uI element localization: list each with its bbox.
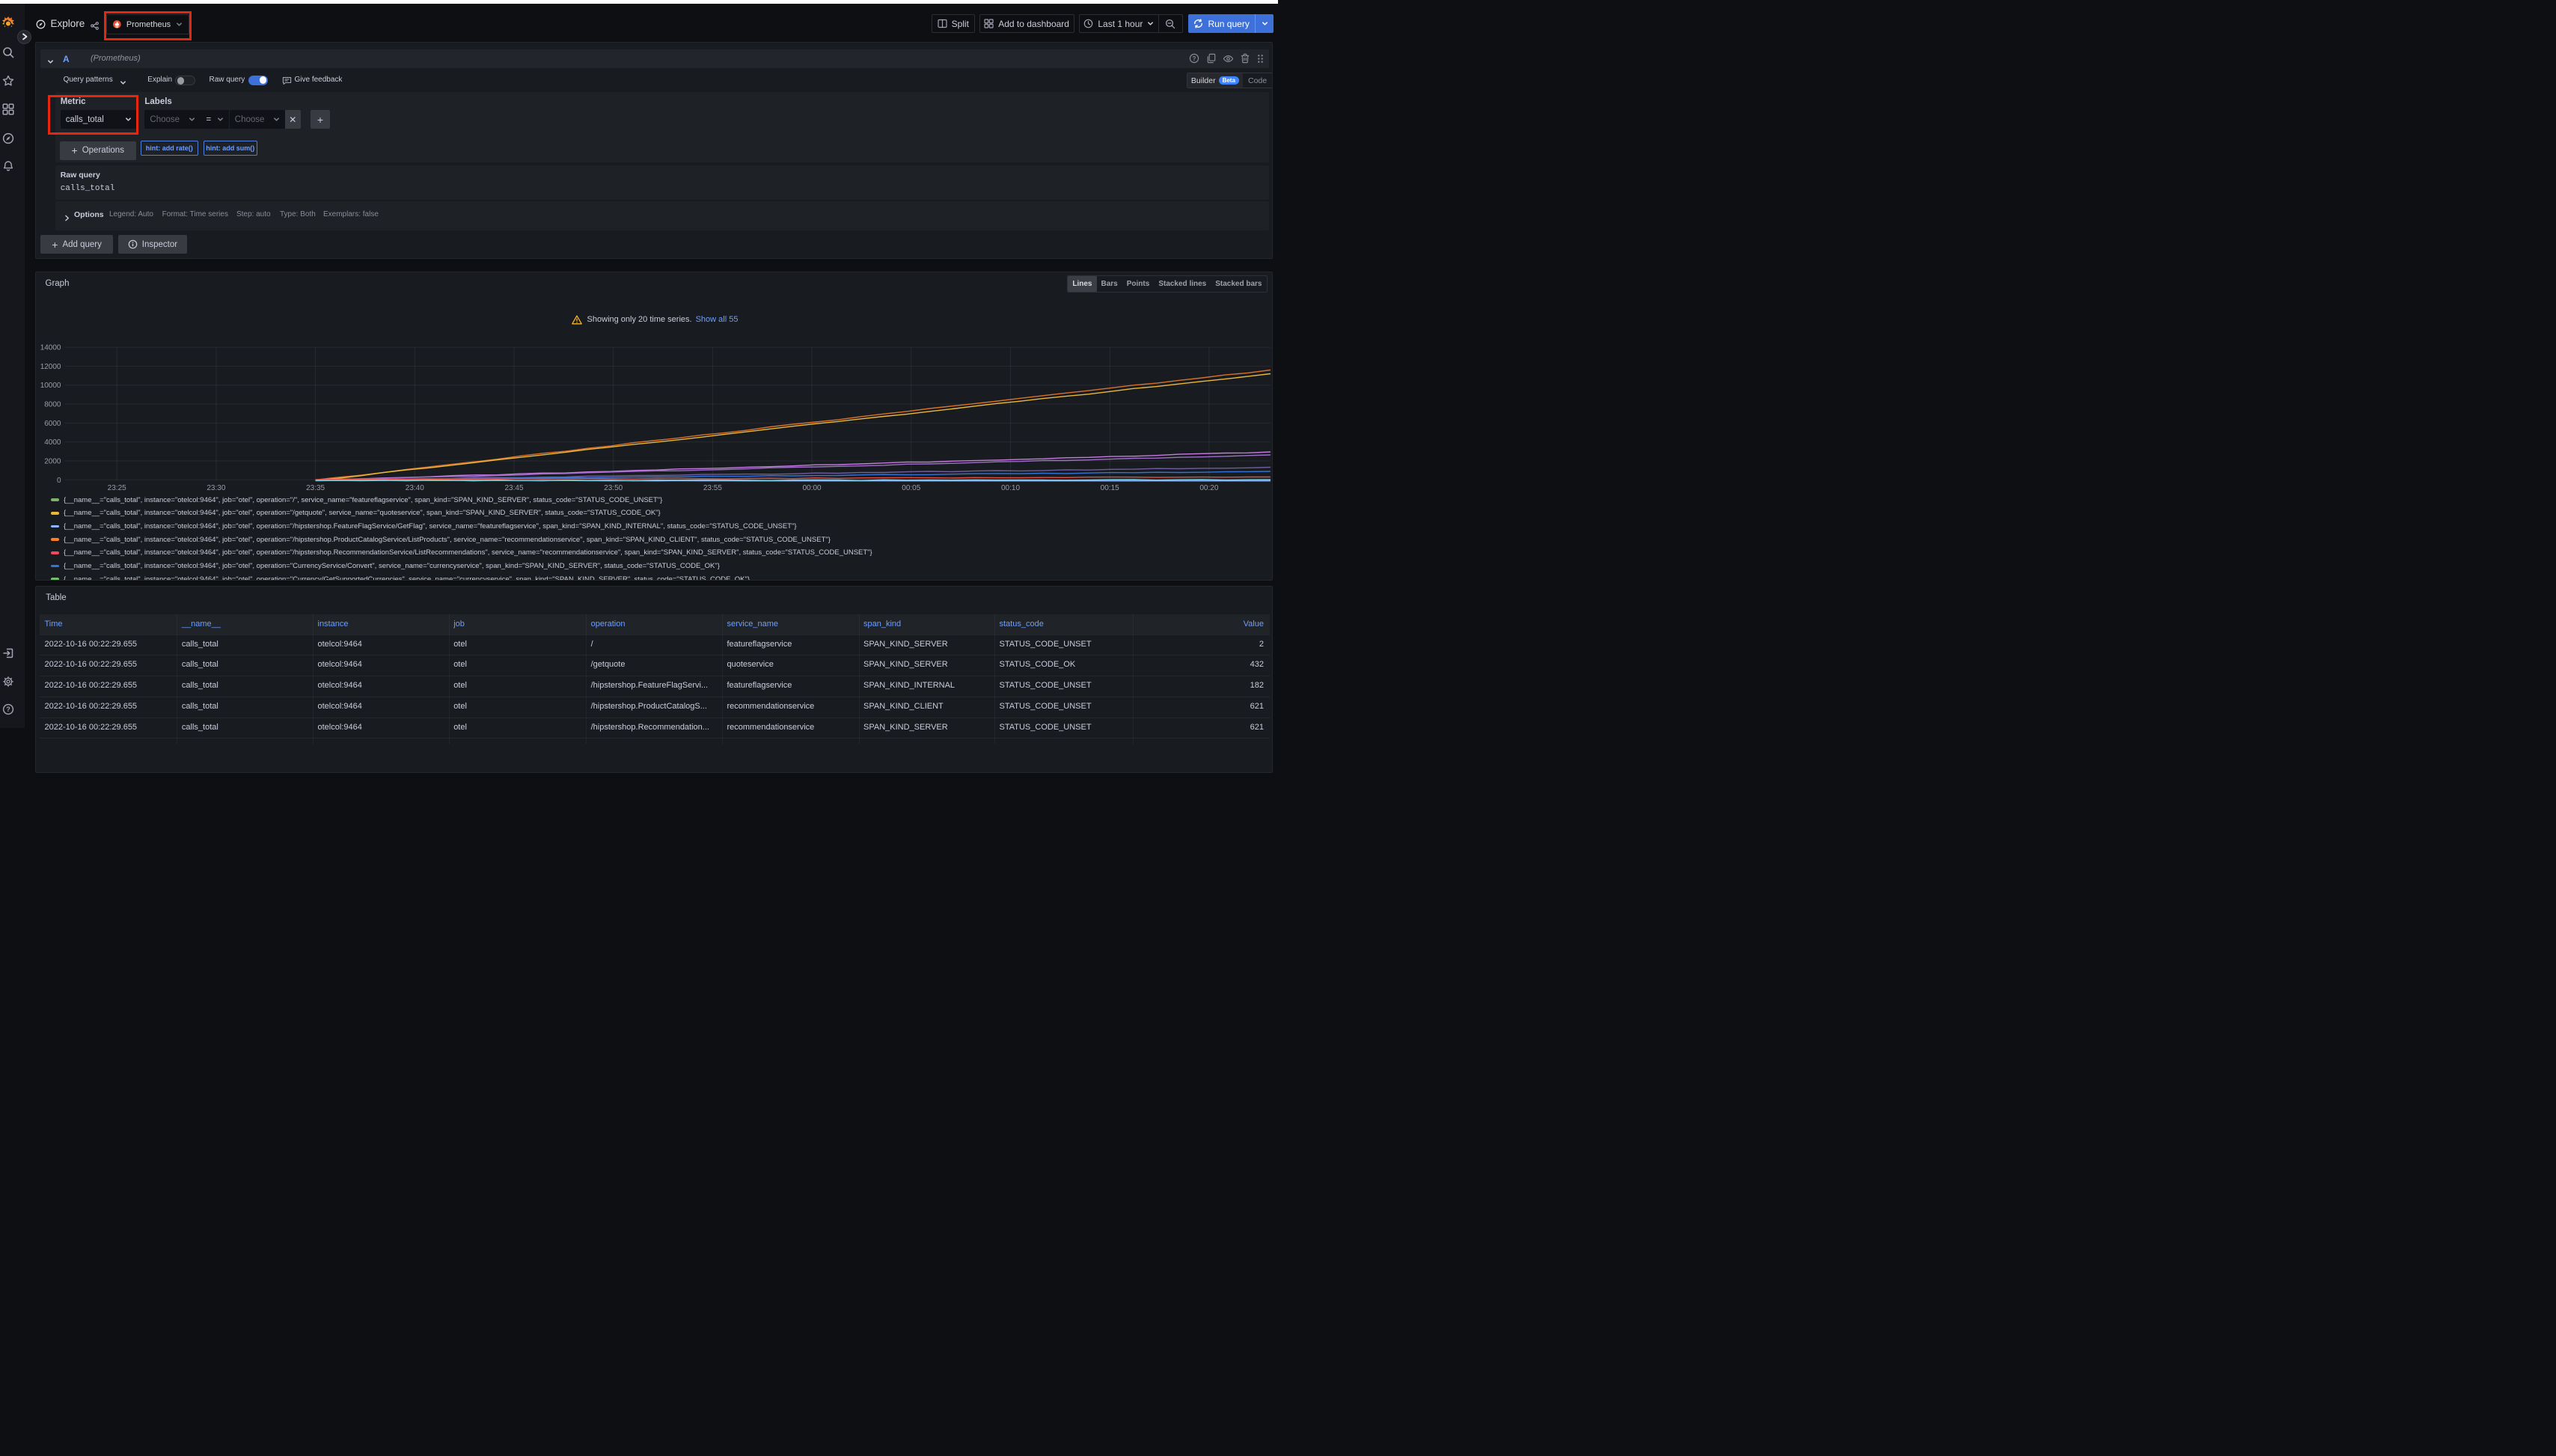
svg-text:23:45: 23:45: [504, 484, 523, 492]
svg-text:?: ?: [6, 706, 10, 713]
svg-text:8000: 8000: [44, 400, 61, 409]
svg-text:4000: 4000: [44, 438, 61, 447]
svg-text:23:25: 23:25: [108, 484, 126, 492]
svg-text:0: 0: [57, 476, 61, 484]
svg-text:12000: 12000: [40, 362, 61, 370]
svg-text:23:50: 23:50: [604, 484, 623, 492]
svg-text:23:30: 23:30: [207, 484, 225, 492]
svg-text:?: ?: [1193, 55, 1196, 62]
svg-text:2000: 2000: [44, 457, 61, 465]
svg-text:00:15: 00:15: [1101, 484, 1119, 492]
svg-text:6000: 6000: [44, 419, 61, 427]
svg-text:14000: 14000: [40, 343, 61, 352]
svg-text:00:05: 00:05: [902, 484, 920, 492]
svg-text:23:55: 23:55: [703, 484, 722, 492]
svg-text:00:10: 00:10: [1001, 484, 1020, 492]
svg-text:00:20: 00:20: [1199, 484, 1218, 492]
svg-text:10000: 10000: [40, 382, 61, 390]
svg-text:00:00: 00:00: [803, 484, 822, 492]
svg-text:23:40: 23:40: [406, 484, 424, 492]
svg-text:23:35: 23:35: [306, 484, 325, 492]
